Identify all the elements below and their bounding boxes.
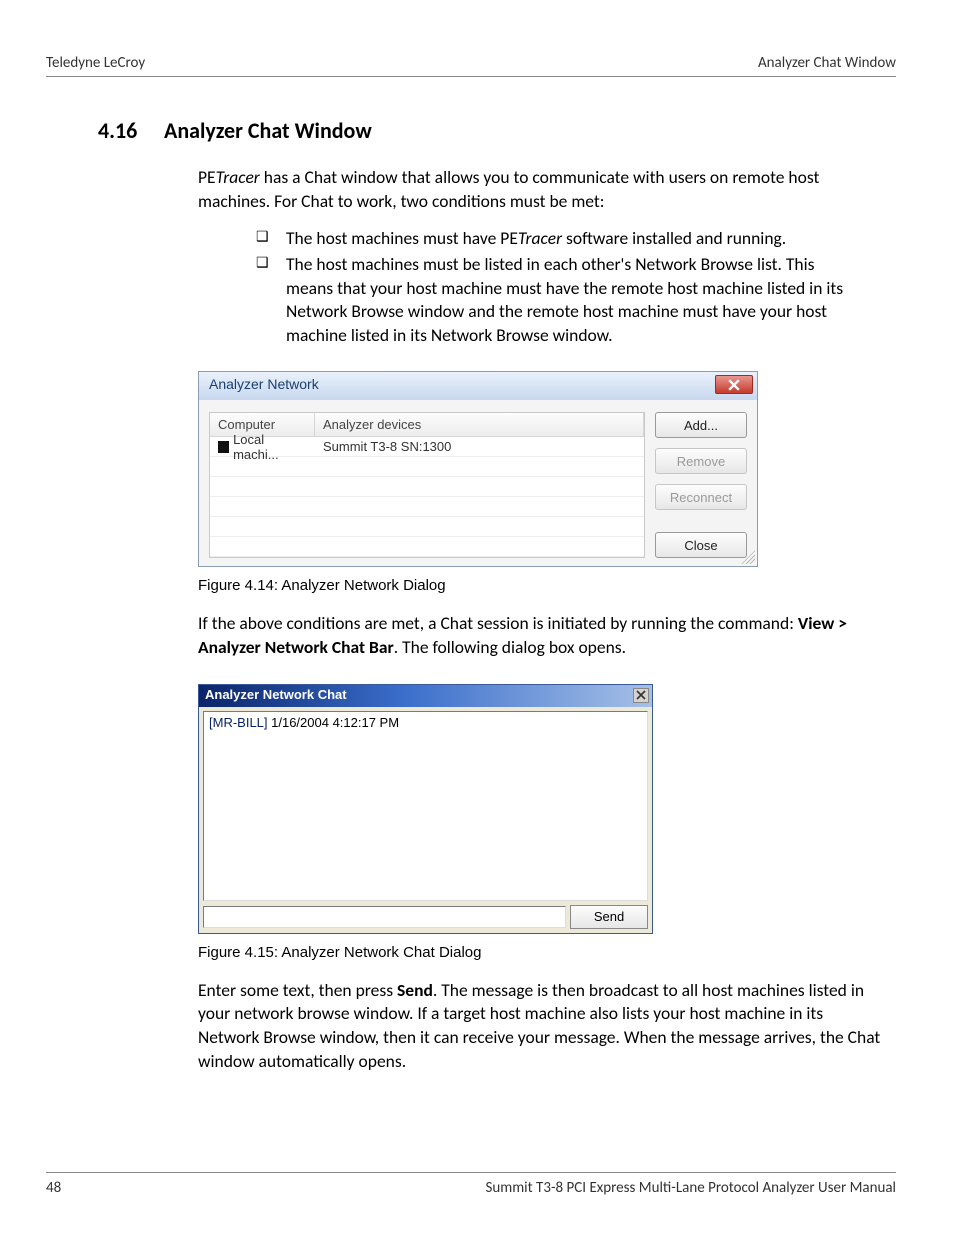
intro-post: has a Chat window that allows you to com… [198,166,819,212]
intro-pre: PE [198,166,216,188]
req1-post: software installed and running. [562,227,786,249]
table-row[interactable] [210,537,644,557]
col-devices[interactable]: Analyzer devices [315,413,644,436]
requirement-2: The host machines must be listed in each… [256,253,856,348]
intro-italic: Tracer [216,166,260,188]
requirements-list: The host machines must have PETracer sof… [256,227,856,347]
section-title: Analyzer Chat Window [164,117,372,144]
chat-input[interactable] [203,906,566,928]
figure-4-15-caption: Figure 4.15: Analyzer Network Chat Dialo… [198,944,896,961]
analyzer-network-chat-dialog: Analyzer Network Chat [MR-BILL] 1/16/200… [198,684,653,934]
send-button[interactable]: Send [570,905,648,929]
dialog-titlebar[interactable]: Analyzer Network [199,372,757,400]
reconnect-button[interactable]: Reconnect [655,484,747,510]
add-button[interactable]: Add... [655,412,747,438]
computer-icon [218,441,229,453]
table-row[interactable] [210,517,644,537]
cell-devices: Summit T3-8 SN:1300 [315,439,644,454]
cell-computer: Local machi... [210,432,315,462]
header-right: Analyzer Chat Window [758,54,896,72]
req1-pre: The host machines must have PE [286,227,518,249]
chat-title: Analyzer Network Chat [205,687,347,702]
header-left: Teledyne LeCroy [46,54,145,72]
network-table[interactable]: Computer Analyzer devices Local machi...… [209,412,645,558]
section-heading: 4.16Analyzer Chat Window [98,117,896,144]
req1-italic: Tracer [518,227,562,249]
chat-log[interactable]: [MR-BILL] 1/16/2004 4:12:17 PM [203,711,648,901]
page-header: Teledyne LeCroy Analyzer Chat Window [46,54,896,77]
table-row[interactable]: Local machi... Summit T3-8 SN:1300 [210,437,644,457]
dialog-title: Analyzer Network [209,376,319,392]
figure-4-14-caption: Figure 4.14: Analyzer Network Dialog [198,577,896,594]
close-button[interactable]: Close [655,532,747,558]
mid-pre: If the above conditions are met, a Chat … [198,612,798,634]
table-row[interactable] [210,497,644,517]
resize-grip-icon[interactable] [741,550,755,564]
remove-button[interactable]: Remove [655,448,747,474]
chat-titlebar[interactable]: Analyzer Network Chat [199,685,652,707]
analyzer-network-dialog: Analyzer Network Computer Analyzer devic… [198,371,758,567]
close-icon[interactable] [633,688,649,703]
page-number: 48 [46,1179,61,1197]
cell-computer-text: Local machi... [233,432,307,462]
closing-pre: Enter some text, then press [198,979,397,1001]
requirement-1: The host machines must have PETracer sof… [256,227,856,251]
mid-paragraph: If the above conditions are met, a Chat … [198,612,886,659]
table-row[interactable] [210,477,644,497]
section-number: 4.16 [98,117,164,144]
manual-title: Summit T3-8 PCI Express Multi-Lane Proto… [485,1179,896,1197]
chat-timestamp: 1/16/2004 4:12:17 PM [268,715,400,730]
chat-user-tag: [MR-BILL] [209,715,268,730]
page-footer: 48 Summit T3-8 PCI Express Multi-Lane Pr… [46,1172,896,1197]
closing-bold: Send [397,979,433,1001]
mid-post: . The following dialog box opens. [394,636,626,658]
close-icon[interactable] [715,375,753,394]
intro-paragraph: PETracer has a Chat window that allows y… [198,166,886,213]
closing-paragraph: Enter some text, then press Send. The me… [198,979,886,1074]
